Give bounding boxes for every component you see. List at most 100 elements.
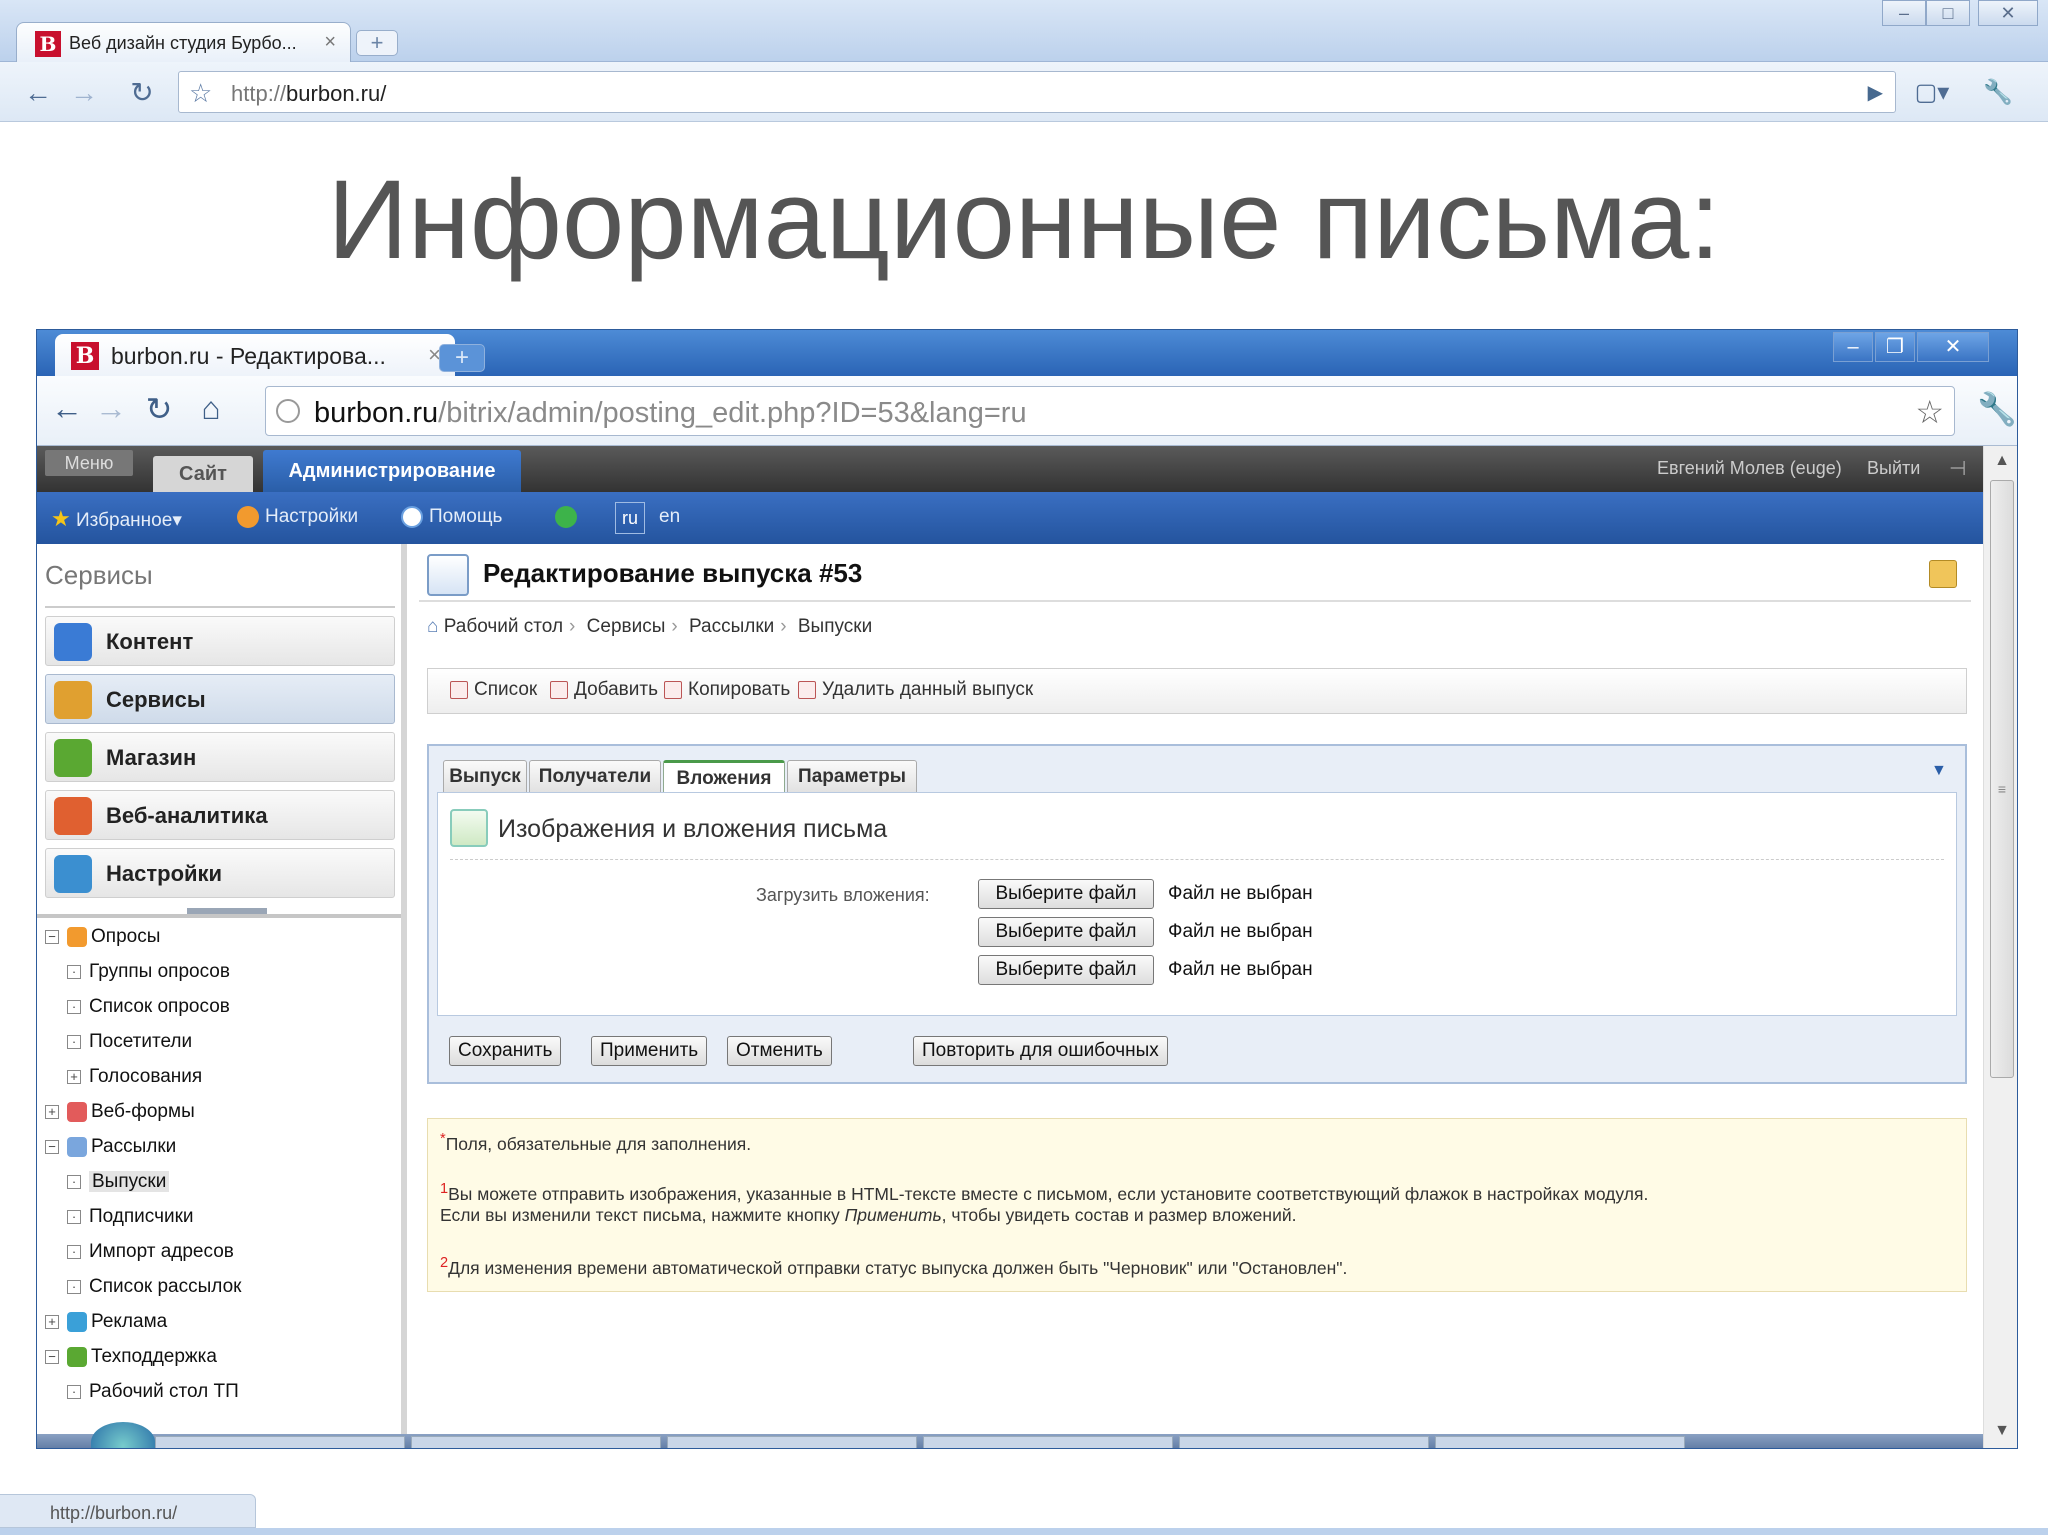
tree-item[interactable]: · Выпуски — [67, 1171, 170, 1193]
tree-item[interactable]: · Список опросов — [67, 996, 230, 1018]
inner-address-bar[interactable]: burbon.ru/bitrix/admin/posting_edit.php?… — [265, 386, 1955, 436]
admin-menu-button[interactable]: Меню — [45, 450, 133, 476]
leaf-icon[interactable]: · — [67, 1279, 81, 1294]
scroll-thumb[interactable]: ≡ — [1990, 480, 2014, 1078]
bookmark-star-icon[interactable]: ☆ — [189, 78, 212, 109]
breadcrumb-item[interactable]: Рассылки — [689, 616, 774, 637]
expand-icon[interactable]: + — [67, 1069, 81, 1084]
apply-button[interactable]: Применить — [591, 1036, 708, 1066]
taskbar-item[interactable] — [155, 1436, 405, 1448]
pin-icon[interactable]: ⊣ — [1949, 456, 1966, 481]
go-icon[interactable]: ▶ — [1868, 80, 1883, 105]
list-button[interactable]: Список — [450, 679, 537, 701]
tab-parameters[interactable]: Параметры — [787, 760, 917, 794]
add-button[interactable]: Добавить — [550, 679, 658, 701]
tree-item[interactable]: · Подписчики — [67, 1206, 194, 1228]
wrench-icon[interactable]: 🔧 — [1978, 74, 2018, 112]
favorites-menu[interactable]: ★ Избранное▾ — [51, 506, 182, 532]
outer-address-bar[interactable]: ☆ http://burbon.ru/ ▶ — [178, 71, 1896, 113]
collapse-icon[interactable]: − — [45, 929, 59, 944]
reload-icon[interactable]: ↻ — [122, 74, 162, 112]
minimize-button[interactable]: – — [1833, 332, 1873, 362]
tab-recipients[interactable]: Получатели — [529, 760, 661, 794]
admin-user-name[interactable]: Евгений Молев (euge) — [1657, 458, 1842, 479]
leaf-icon[interactable]: · — [67, 1244, 81, 1259]
tree-item[interactable]: · Посетители — [67, 1031, 192, 1053]
vertical-scrollbar[interactable]: ▲ ≡ ▼ — [1983, 446, 2017, 1448]
sidebar-button-shop[interactable]: Магазин — [45, 732, 395, 782]
new-tab-button[interactable]: + — [439, 344, 485, 372]
forward-icon[interactable]: → — [89, 390, 133, 427]
leaf-icon[interactable]: · — [67, 1384, 81, 1399]
close-window-button[interactable]: ✕ — [1978, 0, 2038, 26]
tree-item[interactable]: − Рассылки — [45, 1136, 176, 1158]
reload-icon[interactable]: ↻ — [137, 390, 181, 428]
close-tab-icon[interactable]: × — [324, 31, 336, 54]
sidebar-button-analytics[interactable]: Веб-аналитика — [45, 790, 395, 840]
tree-item[interactable]: − Техподдержка — [45, 1346, 217, 1368]
taskbar-item[interactable] — [1179, 1436, 1429, 1448]
scroll-up-icon[interactable]: ▲ — [1984, 452, 2017, 470]
forward-icon[interactable]: → — [64, 74, 104, 112]
tree-item[interactable]: + Реклама — [45, 1311, 167, 1333]
close-window-button[interactable]: ✕ — [1917, 332, 1989, 362]
tab-attachments[interactable]: Вложения — [663, 760, 785, 794]
bookmark-star-icon[interactable]: ☆ — [1915, 393, 1944, 431]
edit-page-icon[interactable] — [1929, 560, 1957, 588]
leaf-icon[interactable]: · — [67, 1174, 81, 1189]
back-icon[interactable]: ← — [45, 390, 89, 427]
copy-button[interactable]: Копировать — [664, 679, 790, 701]
back-icon[interactable]: ← — [18, 74, 58, 112]
taskbar-item[interactable] — [667, 1436, 917, 1448]
tab-site[interactable]: Сайт — [153, 456, 253, 492]
tab-administration[interactable]: Администрирование — [263, 450, 521, 492]
choose-file-button[interactable]: Выберите файл — [978, 879, 1154, 909]
collapse-icon[interactable]: − — [45, 1139, 59, 1154]
outer-tab[interactable]: B Веб дизайн студия Бурбо... × — [16, 22, 351, 62]
breadcrumb-item[interactable]: Рабочий стол — [444, 616, 563, 637]
breadcrumb-item[interactable]: Сервисы — [587, 616, 666, 637]
tree-item[interactable]: · Список рассылок — [67, 1276, 241, 1298]
sidebar-button-services[interactable]: Сервисы — [45, 674, 395, 724]
chevron-down-icon[interactable]: ▼ — [1931, 762, 1947, 780]
choose-file-button[interactable]: Выберите файл — [978, 955, 1154, 985]
tree-item[interactable]: + Голосования — [67, 1066, 202, 1088]
tab-issue[interactable]: Выпуск — [443, 760, 527, 794]
update-icon[interactable] — [555, 506, 583, 528]
breadcrumb-item[interactable]: Выпуски — [798, 616, 872, 637]
lang-ru[interactable]: ru — [615, 502, 645, 534]
page-menu-icon[interactable]: ▢▾ — [1912, 74, 1952, 112]
leaf-icon[interactable]: · — [67, 999, 81, 1014]
new-tab-button[interactable]: + — [356, 30, 398, 56]
choose-file-button[interactable]: Выберите файл — [978, 917, 1154, 947]
wrench-icon[interactable]: 🔧 — [1977, 390, 2017, 428]
settings-link[interactable]: Настройки — [237, 506, 358, 528]
taskbar-item[interactable] — [1435, 1436, 1685, 1448]
retry-failed-button[interactable]: Повторить для ошибочных — [913, 1036, 1168, 1066]
taskbar-item[interactable] — [411, 1436, 661, 1448]
delete-issue-button[interactable]: Удалить данный выпуск — [798, 679, 1033, 701]
inner-tab[interactable]: B burbon.ru - Редактирова... × — [55, 334, 455, 376]
save-button[interactable]: Сохранить — [449, 1036, 562, 1066]
tree-item[interactable]: · Рабочий стол ТП — [67, 1381, 239, 1403]
expand-icon[interactable]: + — [45, 1314, 59, 1329]
restore-button[interactable]: ❐ — [1875, 332, 1915, 362]
home-icon[interactable]: ⌂ — [189, 390, 233, 427]
cancel-button[interactable]: Отменить — [727, 1036, 832, 1066]
help-link[interactable]: Помощь — [401, 506, 502, 528]
expand-icon[interactable]: + — [45, 1104, 59, 1119]
leaf-icon[interactable]: · — [67, 1209, 81, 1224]
tree-item[interactable]: − Опросы — [45, 926, 160, 948]
tree-item[interactable]: · Импорт адресов — [67, 1241, 234, 1263]
sidebar-button-settings[interactable]: Настройки — [45, 848, 395, 898]
minimize-button[interactable]: – — [1882, 0, 1926, 26]
maximize-button[interactable]: □ — [1926, 0, 1970, 26]
leaf-icon[interactable]: · — [67, 1034, 81, 1049]
leaf-icon[interactable]: · — [67, 964, 81, 979]
tree-item[interactable]: + Веб-формы — [45, 1101, 195, 1123]
logout-link[interactable]: Выйти — [1867, 458, 1920, 479]
collapse-icon[interactable]: − — [45, 1349, 59, 1364]
taskbar-item[interactable] — [923, 1436, 1173, 1448]
scroll-down-icon[interactable]: ▼ — [1984, 1422, 2017, 1440]
lang-en[interactable]: en — [659, 506, 680, 528]
